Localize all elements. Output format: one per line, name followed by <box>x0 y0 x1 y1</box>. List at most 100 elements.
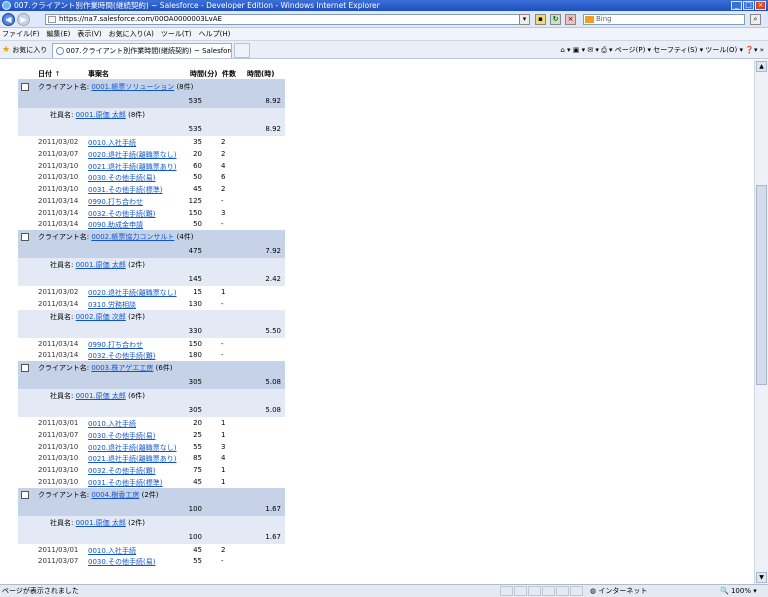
cell-job-link[interactable]: 0030.その他手続(易) <box>88 431 156 441</box>
column-hours[interactable]: 時間(時) <box>247 69 274 79</box>
subtotal-hours: 7.92 <box>265 247 281 255</box>
menu-item-1[interactable]: 編集(E) <box>47 28 71 40</box>
cell-job-link[interactable]: 0010.入社手続 <box>88 546 136 556</box>
cell-job-link[interactable]: 0021.退社手続(離職票あり) <box>88 162 177 172</box>
search-input[interactable]: Bing <box>583 14 745 25</box>
column-minutes[interactable]: 時間(分) <box>190 69 217 79</box>
menu-item-0[interactable]: ファイル(F) <box>2 28 40 40</box>
close-icon[interactable]: × <box>755 1 766 10</box>
cell-job-link[interactable]: 0032.その他手続(難) <box>88 351 156 361</box>
lock-icon[interactable]: ▪ <box>535 14 546 25</box>
feeds-icon[interactable]: ▣ ▾ <box>573 46 585 54</box>
subtotal-hours: 8.92 <box>265 125 281 133</box>
menu-item-4[interactable]: ツール(T) <box>161 28 192 40</box>
group-checkbox[interactable] <box>21 364 29 372</box>
cell-job-link[interactable]: 0031.その他手続(標準) <box>88 185 163 195</box>
cell-count: 3 <box>221 208 226 217</box>
cell-minutes: 50 <box>193 173 202 182</box>
stop-icon[interactable]: × <box>565 14 576 25</box>
cell-job-link[interactable]: 0020.退社手続(離職票なし) <box>88 150 177 160</box>
report-table: 日付 ↑ 事案名 時間(分) 件数 時間(時) クライアント名: 0001.帳票… <box>18 65 285 567</box>
client-group-label: クライアント名: 0004.樹香工房 (2件) <box>38 490 159 500</box>
group-checkbox[interactable] <box>21 233 29 241</box>
cell-job-link[interactable]: 0990.打ち合わせ <box>88 340 143 350</box>
cell-job-link[interactable]: 0020.退社手続(離職票なし) <box>88 443 177 453</box>
column-date[interactable]: 日付 ↑ <box>38 69 60 79</box>
staff-label: 社員名: <box>50 261 76 269</box>
security-zone[interactable]: ◍ インターネット <box>590 585 647 597</box>
staff-group-row: 社員名: 0001.原価 太郎 (8件) <box>18 108 285 122</box>
refresh-icon[interactable]: ↻ <box>550 14 561 25</box>
scroll-down-icon[interactable]: ▼ <box>756 572 767 583</box>
help-icon[interactable]: ❓▾ » <box>745 46 764 54</box>
vertical-scrollbar[interactable]: ▲ ▼ <box>754 60 768 584</box>
search-icon[interactable]: ⌕ <box>750 14 761 25</box>
client-count: (8件) <box>174 83 194 91</box>
cell-date: 2011/03/07 <box>38 557 79 566</box>
cell-job-link[interactable]: 0010.入社手続 <box>88 138 136 148</box>
client-link[interactable]: 0002.帳票協力コンサルト <box>91 233 174 241</box>
client-link[interactable]: 0004.樹香工房 <box>91 491 139 499</box>
cell-job-link[interactable]: 0032.その他手続(難) <box>88 466 156 476</box>
cell-count: - <box>221 339 224 348</box>
mail-icon[interactable]: ✉ ▾ <box>587 46 599 54</box>
cell-job-link[interactable]: 0021.退社手続(離職票あり) <box>88 454 177 464</box>
menu-item-3[interactable]: お気に入り(A) <box>109 28 154 40</box>
table-row: 2011/03/14 0032.その他手続(難) 150 3 <box>18 206 285 219</box>
address-bar[interactable]: https://na7.salesforce.com/00OA0000003Lv… <box>45 14 530 25</box>
favorites-button[interactable]: ★ お気に入り <box>2 45 47 55</box>
table-row: 2011/03/14 0310.労務相談 130 - <box>18 297 285 310</box>
cell-job-link[interactable]: 0030.その他手続(易) <box>88 173 156 183</box>
address-dropdown-icon[interactable]: ▾ <box>519 14 530 25</box>
staff-link[interactable]: 0001.原価 太郎 <box>76 111 126 119</box>
print-icon[interactable]: ⎙ ▾ <box>601 46 612 54</box>
cell-job-link[interactable]: 0090.助成金申請 <box>88 220 143 230</box>
globe-icon: ◍ <box>590 587 597 595</box>
client-count: (6件) <box>153 364 173 372</box>
menu-item-5[interactable]: ヘルプ(H) <box>199 28 231 40</box>
cell-count: 1 <box>221 419 226 427</box>
cell-job-link[interactable]: 0020.退社手続(離職票なし) <box>88 288 177 298</box>
cell-job-link[interactable]: 0031.その他手続(標準) <box>88 478 163 488</box>
home-icon[interactable]: ⌂ ▾ <box>560 46 570 54</box>
staff-link[interactable]: 0002.原価 次郎 <box>76 313 126 321</box>
staff-link[interactable]: 0001.原価 太郎 <box>76 519 126 527</box>
group-checkbox[interactable] <box>21 83 29 91</box>
cell-date: 2011/03/14 <box>38 339 79 348</box>
scroll-thumb[interactable] <box>756 185 767 385</box>
menu-bar: ファイル(F) 編集(E) 表示(V) お気に入り(A) ツール(T) ヘルプ(H) <box>0 28 768 41</box>
cell-job-link[interactable]: 0010.入社手続 <box>88 419 136 429</box>
cell-date: 2011/03/10 <box>38 185 79 193</box>
client-group-label: クライアント名: 0001.帳票ソリューション (8件) <box>38 82 193 92</box>
search-placeholder: Bing <box>596 15 612 23</box>
forward-button[interactable]: ▶ <box>17 13 30 26</box>
status-message: ページが表示されました <box>2 587 79 595</box>
client-subtotal-row: 305 5.08 <box>18 375 285 389</box>
client-link[interactable]: 0001.帳票ソリューション <box>91 83 174 91</box>
column-count[interactable]: 件数 <box>222 69 236 79</box>
scroll-up-icon[interactable]: ▲ <box>756 61 767 72</box>
client-link[interactable]: 0003.株アゲエ工房 <box>91 364 153 372</box>
menu-item-2[interactable]: 表示(V) <box>77 28 101 40</box>
staff-link[interactable]: 0001.原価 太郎 <box>76 261 126 269</box>
zoom-level[interactable]: 🔍 100% ▾ <box>720 585 757 597</box>
staff-link[interactable]: 0001.原価 太郎 <box>76 392 126 400</box>
cell-job-link[interactable]: 0030.その他手続(易) <box>88 557 156 567</box>
cell-job-link[interactable]: 0032.その他手続(難) <box>88 209 156 219</box>
group-checkbox[interactable] <box>21 490 29 499</box>
command-bar[interactable]: ⌂ ▾ ▣ ▾ ✉ ▾ ⎙ ▾ ページ(P) ▾ セーフティ(S) ▾ ツール(… <box>560 45 764 55</box>
cell-job-link[interactable]: 0310.労務相談 <box>88 300 136 310</box>
page-icon <box>56 47 64 55</box>
minimize-icon[interactable]: _ <box>731 1 742 10</box>
address-toolbar: ◀ ▶ https://na7.salesforce.com/00OA00000… <box>0 11 768 28</box>
table-row: 2011/03/02 0010.入社手続 35 2 <box>18 136 285 148</box>
column-job[interactable]: 事案名 <box>88 69 109 79</box>
back-button[interactable]: ◀ <box>2 13 15 26</box>
cell-job-link[interactable]: 0990.打ち合わせ <box>88 197 143 207</box>
command-items[interactable]: ページ(P) ▾ セーフティ(S) ▾ ツール(O) ▾ <box>615 46 743 54</box>
maximize-icon[interactable]: □ <box>743 1 754 10</box>
browser-tab[interactable]: 007.クライアント別作業時間(継続契約) ~ Salesforce ... <box>52 43 232 58</box>
new-tab-button[interactable] <box>234 43 250 58</box>
staff-count: (8件) <box>125 111 145 119</box>
subtotal-hours: 8.92 <box>265 97 281 105</box>
